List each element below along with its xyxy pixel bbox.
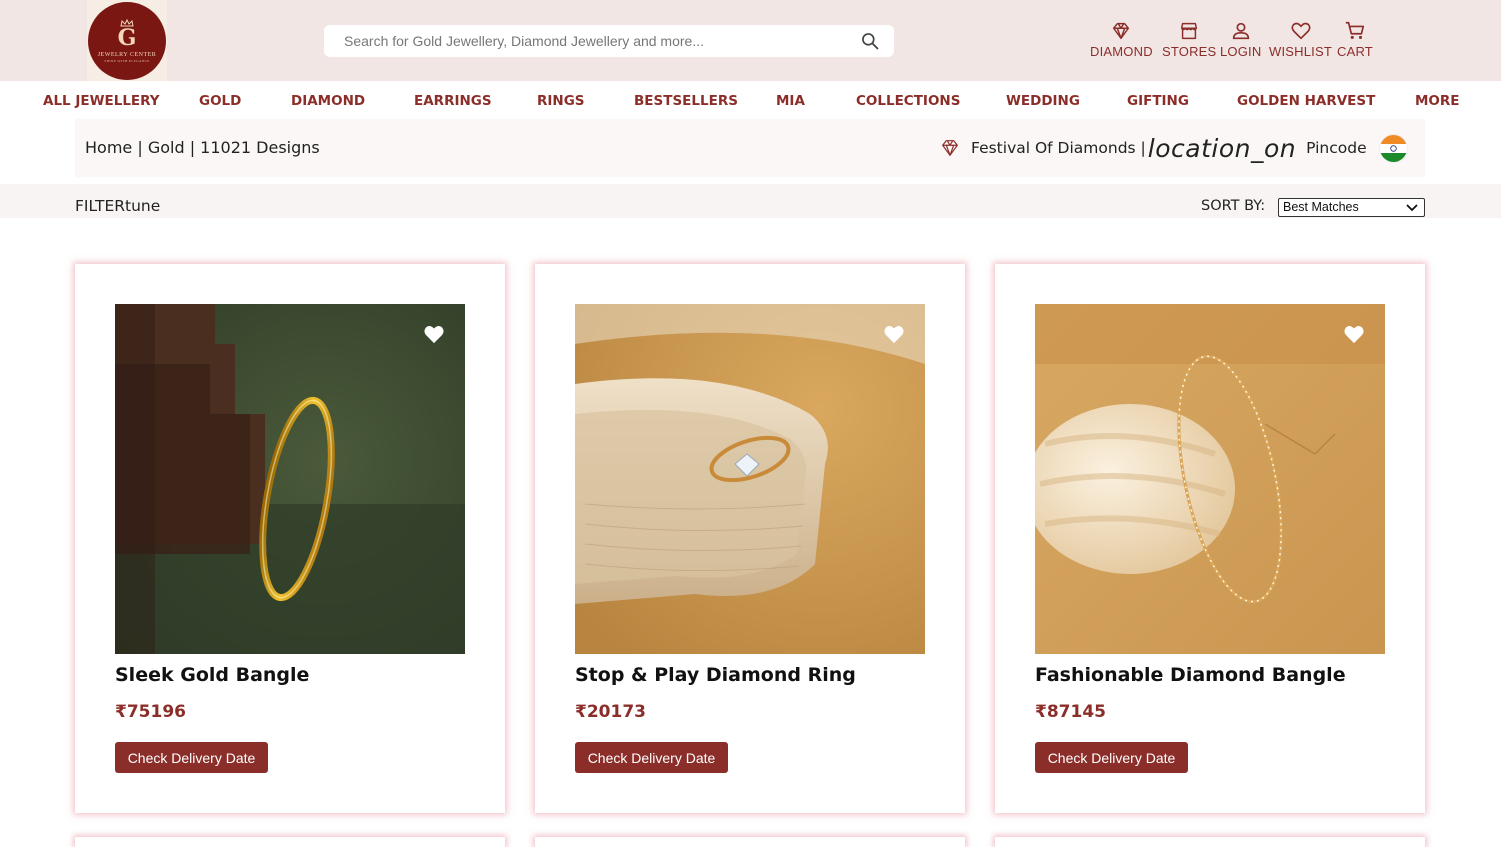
product-card[interactable]: Stop & Play Diamond Ring ₹20173 Check De… xyxy=(535,264,965,813)
header-nav-stores[interactable]: STORES xyxy=(1162,20,1216,59)
top-header: G JEWELRY CENTER SHINE WITH ELEGANCE DIA… xyxy=(0,0,1501,81)
product-image[interactable] xyxy=(575,304,925,654)
diamond-ring-photo xyxy=(575,304,925,654)
category-mia[interactable]: MIA xyxy=(776,93,805,109)
product-card-peek xyxy=(995,837,1425,847)
festival-label[interactable]: Festival Of Diamonds | xyxy=(971,139,1146,157)
wishlist-heart-icon[interactable] xyxy=(883,324,905,344)
chevron-down-icon xyxy=(1406,204,1418,212)
heart-icon xyxy=(1290,22,1311,40)
product-image[interactable] xyxy=(1035,304,1385,654)
product-title[interactable]: Fashionable Diamond Bangle xyxy=(1035,664,1346,686)
product-title[interactable]: Stop & Play Diamond Ring xyxy=(575,664,856,686)
category-nav: ALL JEWELLERY GOLD DIAMOND EARRINGS RING… xyxy=(0,81,1501,119)
product-card[interactable]: Sleek Gold Bangle ₹75196 Check Delivery … xyxy=(75,264,505,813)
search-input[interactable] xyxy=(344,33,860,49)
product-card-peek xyxy=(535,837,965,847)
check-delivery-button[interactable]: Check Delivery Date xyxy=(575,742,728,773)
chakra-icon xyxy=(1389,144,1397,152)
filter-button[interactable]: FILTERtune xyxy=(75,197,160,215)
logo-badge: G JEWELRY CENTER SHINE WITH ELEGANCE xyxy=(88,1,166,80)
category-collections[interactable]: COLLECTIONS xyxy=(856,93,960,109)
header-nav-diamond[interactable]: DIAMOND xyxy=(1090,20,1153,59)
check-delivery-button[interactable]: Check Delivery Date xyxy=(115,742,268,773)
category-more[interactable]: MORE xyxy=(1415,93,1460,109)
breadcrumb-bar: Home | Gold | 11021 Designs Festival Of … xyxy=(75,119,1425,177)
category-gold[interactable]: GOLD xyxy=(199,93,241,109)
product-price: ₹20173 xyxy=(575,702,646,722)
category-all-jewellery[interactable]: ALL JEWELLERY xyxy=(43,93,160,109)
pincode-label[interactable]: Pincode xyxy=(1306,139,1367,157)
header-nav-wishlist[interactable]: WISHLIST xyxy=(1269,20,1332,59)
check-delivery-button[interactable]: Check Delivery Date xyxy=(1035,742,1188,773)
category-golden-harvest[interactable]: GOLDEN HARVEST xyxy=(1237,93,1375,109)
product-title[interactable]: Sleek Gold Bangle xyxy=(115,664,309,686)
sort-selected-value: Best Matches xyxy=(1283,200,1359,214)
category-earrings[interactable]: EARRINGS xyxy=(414,93,492,109)
header-nav-label: LOGIN xyxy=(1220,44,1262,59)
product-image[interactable] xyxy=(115,304,465,654)
brand-logo[interactable]: G JEWELRY CENTER SHINE WITH ELEGANCE xyxy=(87,0,167,81)
header-nav-cart[interactable]: CART xyxy=(1337,20,1373,59)
header-nav-label: WISHLIST xyxy=(1269,44,1332,59)
logo-monogram: G xyxy=(117,24,137,51)
sort-label: SORT BY: xyxy=(1201,198,1266,214)
filter-bar: FILTERtune SORT BY: xyxy=(0,184,1501,218)
category-diamond[interactable]: DIAMOND xyxy=(291,93,365,109)
diamond-icon xyxy=(1113,22,1130,40)
header-nav-label: CART xyxy=(1337,44,1373,59)
user-icon xyxy=(1232,22,1249,40)
wishlist-heart-icon[interactable] xyxy=(423,324,445,344)
search-bar xyxy=(324,25,894,57)
logo-wordmark: JEWELRY CENTER xyxy=(97,51,157,58)
breadcrumb[interactable]: Home | Gold | 11021 Designs xyxy=(85,138,320,157)
store-icon xyxy=(1181,22,1198,40)
sort-select[interactable]: Best Matches xyxy=(1278,198,1425,217)
product-card[interactable]: Fashionable Diamond Bangle ₹87145 Check … xyxy=(995,264,1425,813)
product-price: ₹75196 xyxy=(115,702,186,722)
category-wedding[interactable]: WEDDING xyxy=(1006,93,1080,109)
header-nav-label: DIAMOND xyxy=(1090,44,1153,59)
category-gifting[interactable]: GIFTING xyxy=(1127,93,1189,109)
india-flag-icon[interactable] xyxy=(1378,133,1408,163)
category-bestsellers[interactable]: BESTSELLERS xyxy=(634,93,738,109)
location-icon[interactable]: location_on xyxy=(1148,134,1296,163)
product-card-peek xyxy=(75,837,505,847)
search-icon[interactable] xyxy=(860,31,880,51)
header-nav-login[interactable]: LOGIN xyxy=(1220,20,1261,59)
category-rings[interactable]: RINGS xyxy=(537,93,585,109)
promo-strip: Festival Of Diamonds | location_on Pinco… xyxy=(939,133,1408,163)
gold-bangle-photo xyxy=(115,304,465,654)
wishlist-heart-icon[interactable] xyxy=(1343,324,1365,344)
cart-icon xyxy=(1345,21,1365,39)
header-nav-label: STORES xyxy=(1162,44,1217,59)
diamond-bangle-photo xyxy=(1035,304,1385,654)
diamond-icon xyxy=(942,140,958,156)
logo-tagline: SHINE WITH ELEGANCE xyxy=(104,58,150,63)
product-price: ₹87145 xyxy=(1035,702,1106,722)
